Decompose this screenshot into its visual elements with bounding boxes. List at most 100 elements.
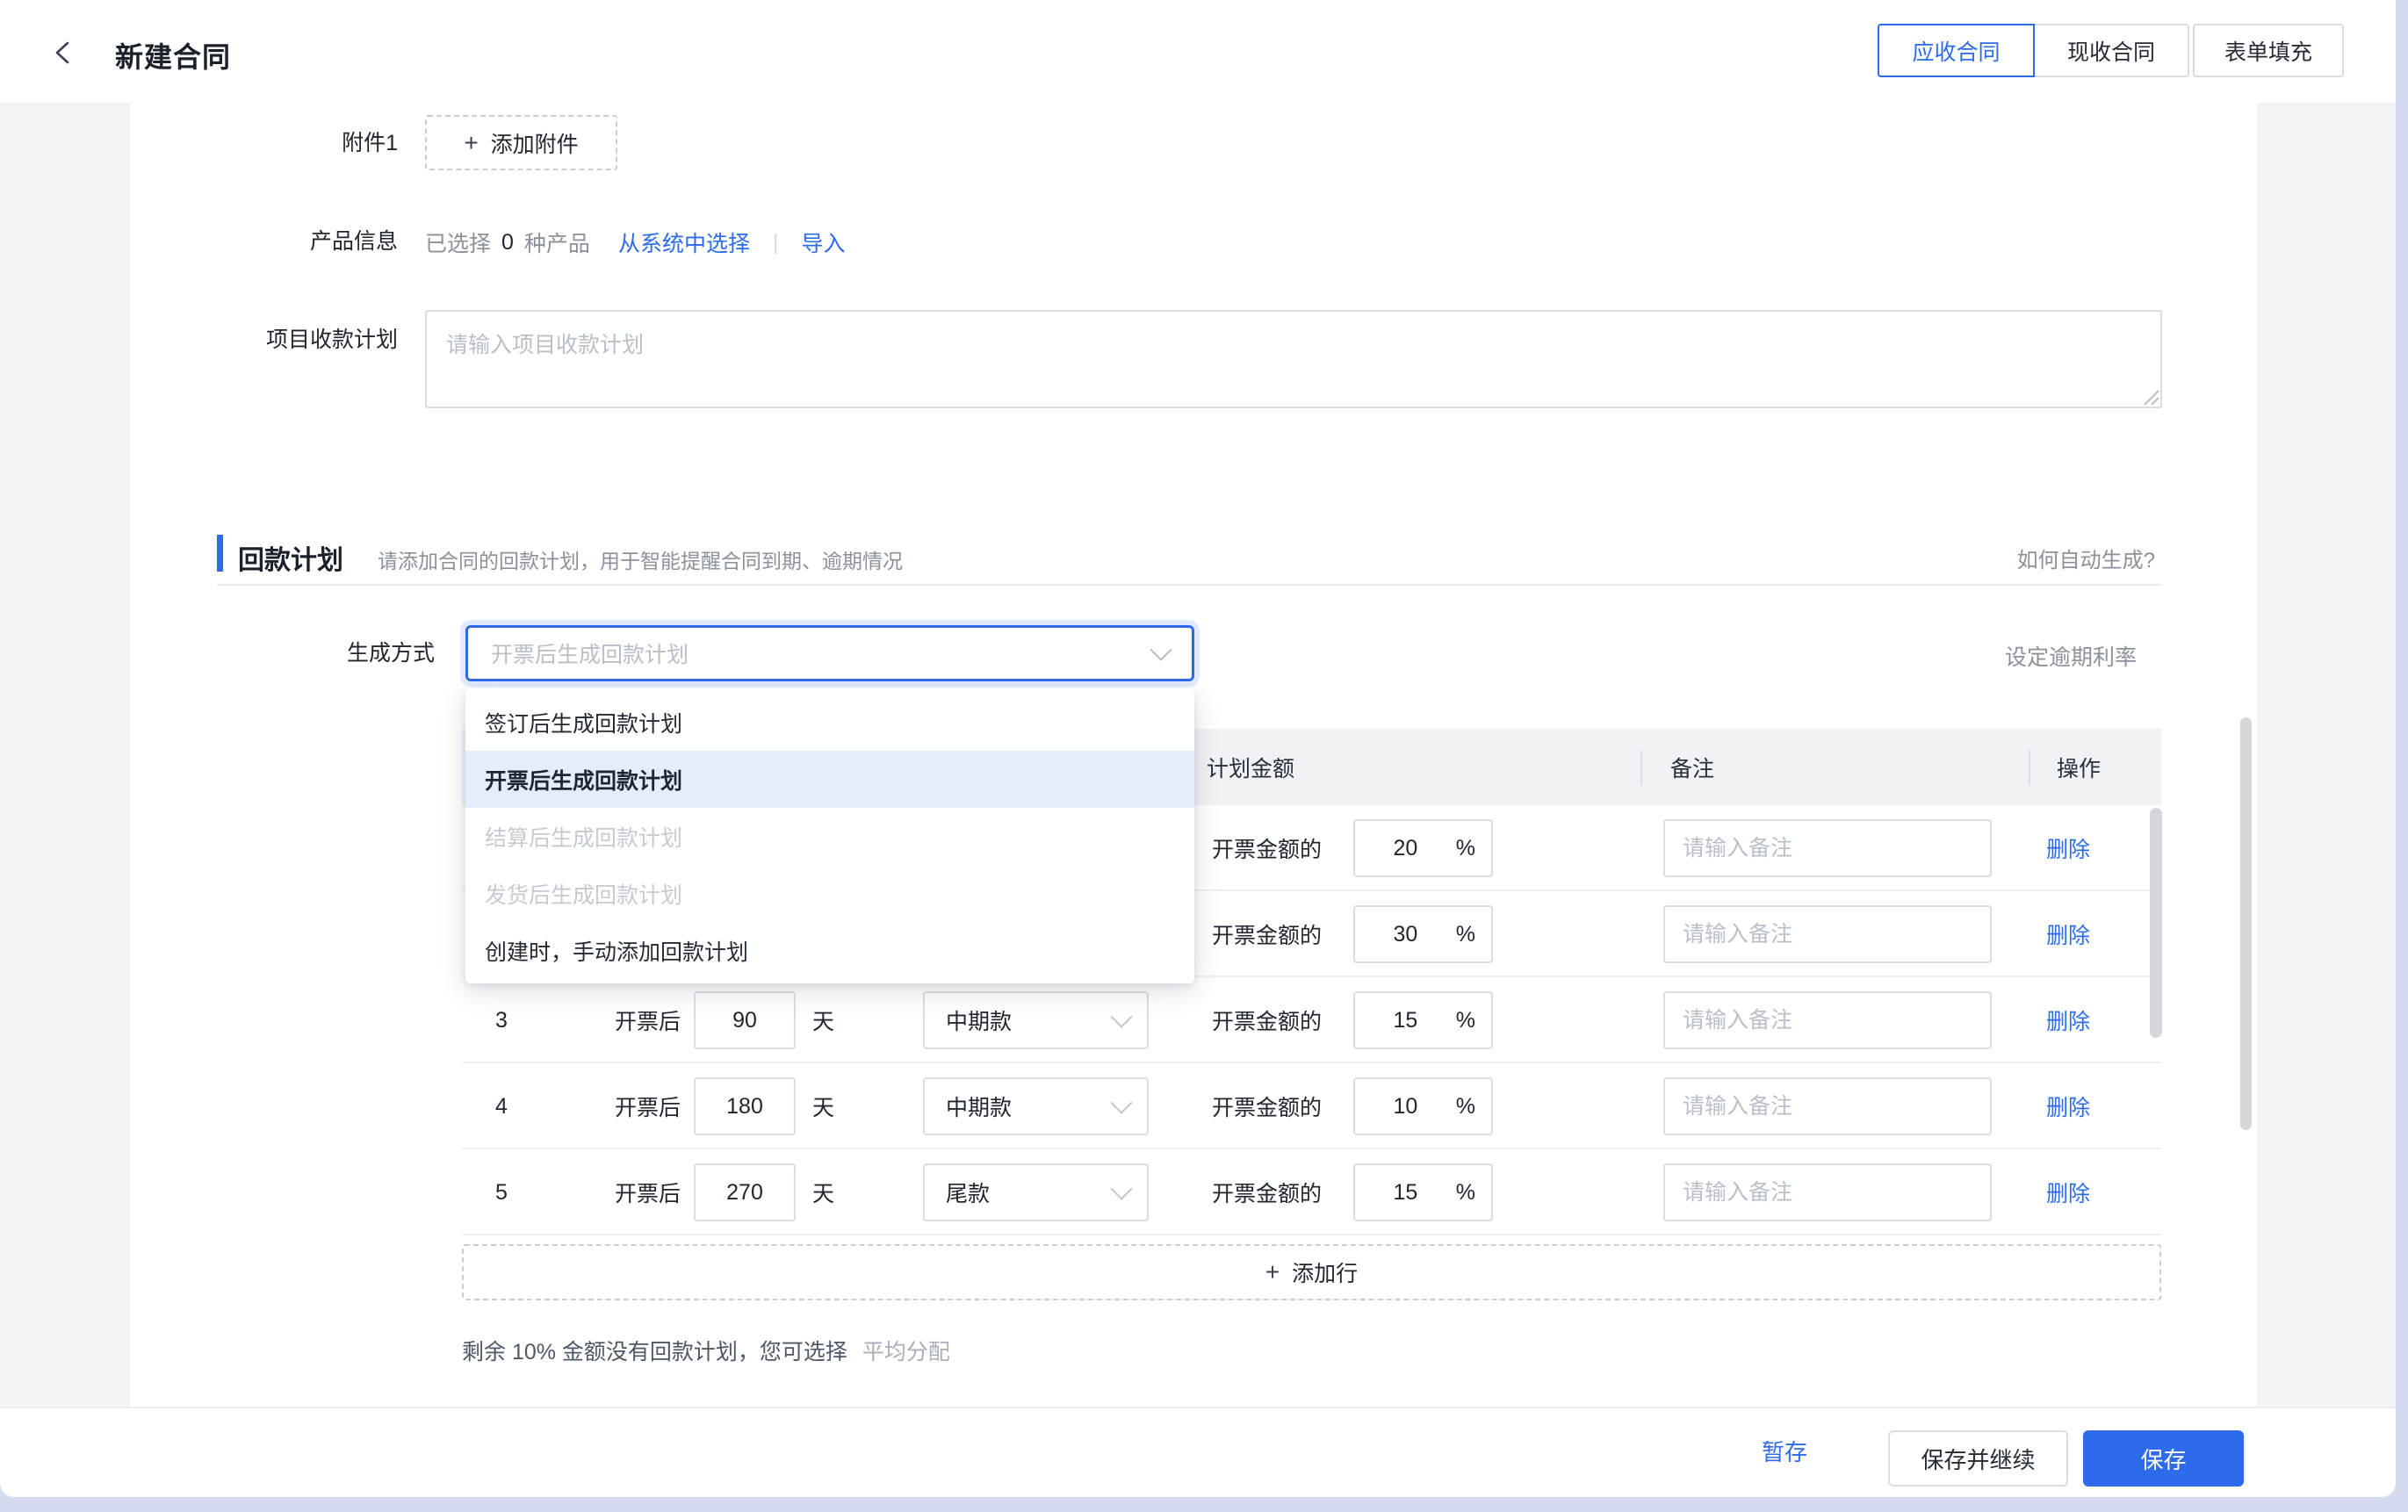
how-autogenerate-link[interactable]: 如何自动生成? (2017, 543, 2155, 573)
delete-row-link[interactable]: 删除 (2046, 1063, 2090, 1149)
payment-type-select[interactable]: 中期款 (923, 991, 1149, 1049)
plus-icon: + (464, 129, 478, 157)
chevron-down-icon (1110, 1005, 1132, 1027)
chevron-down-icon (1110, 1091, 1132, 1113)
percent-input-box: % (1353, 1163, 1493, 1221)
col-header-action: 操作 (2057, 729, 2101, 805)
days-input[interactable] (696, 1079, 794, 1134)
column-separator (1640, 750, 1642, 785)
remaining-hint: 剩余 10% 金额没有回款计划，您可选择 平均分配 (462, 1335, 950, 1366)
attachment-label: 附件1 (134, 131, 398, 155)
remark-input-box (1663, 819, 1992, 877)
day-unit-label: 天 (812, 1149, 834, 1235)
after-invoice-label: 开票后 (615, 1063, 681, 1149)
row-index: 3 (479, 977, 523, 1063)
delete-row-link[interactable]: 删除 (2046, 1149, 2090, 1235)
after-invoice-label: 开票后 (615, 977, 681, 1063)
percent-input-box: % (1353, 819, 1493, 877)
payment-type-value: 尾款 (946, 1177, 1114, 1208)
remark-input[interactable] (1665, 1079, 2025, 1134)
percent-input-box: % (1353, 991, 1493, 1049)
remark-input[interactable] (1665, 1165, 2025, 1220)
selected-prefix: 已选择 (425, 227, 491, 258)
section-title: 回款计划 (238, 538, 343, 577)
payment-type-select[interactable]: 中期款 (923, 1077, 1149, 1135)
percent-sign: % (1456, 1180, 1491, 1206)
col-header-amount: 计划金额 (1207, 729, 1294, 805)
remark-input[interactable] (1665, 993, 2025, 1048)
link-divider: | (773, 230, 779, 256)
table-row-5: 5开票后天尾款开票金额的%删除 (462, 1149, 2161, 1235)
payment-type-select[interactable]: 尾款 (923, 1163, 1149, 1221)
footer-bar: 暂存 保存并继续 保存 (0, 1407, 2396, 1497)
payment-type-value: 中期款 (946, 1091, 1114, 1122)
selected-count: 0 (501, 230, 514, 256)
gen-method-select[interactable]: 开票后生成回款计划 (465, 625, 1194, 681)
tab-receivable-contract[interactable]: 应收合同 (1878, 24, 2035, 77)
dropdown-option-4: 发货后生成回款计划 (465, 865, 1194, 922)
days-input-box (694, 1163, 796, 1221)
tab-form-fill[interactable]: 表单填充 (2193, 24, 2344, 77)
percent-input-box: % (1353, 905, 1493, 963)
col-header-remark: 备注 (1670, 729, 1714, 805)
save-button[interactable]: 保存 (2083, 1430, 2244, 1487)
day-unit-label: 天 (812, 977, 834, 1063)
section-divider (217, 584, 2161, 586)
import-link[interactable]: 导入 (801, 227, 845, 258)
days-input[interactable] (696, 993, 794, 1048)
dropdown-option-2[interactable]: 开票后生成回款计划 (465, 751, 1194, 808)
remark-input-box (1663, 905, 1992, 963)
day-unit-label: 天 (812, 1063, 834, 1149)
tab-cash-contract[interactable]: 现收合同 (2033, 24, 2189, 77)
select-from-system-link[interactable]: 从系统中选择 (618, 227, 750, 258)
days-input-box (694, 1077, 796, 1135)
gen-method-label: 生成方式 (171, 641, 435, 666)
delete-row-link[interactable]: 删除 (2046, 805, 2090, 891)
percent-input[interactable] (1355, 1079, 1456, 1134)
page-scrollbar-thumb[interactable] (2240, 717, 2252, 1130)
average-distribute-link[interactable]: 平均分配 (862, 1340, 950, 1364)
row-index: 5 (479, 1149, 523, 1235)
percent-sign: % (1456, 1008, 1491, 1033)
plus-icon: + (1265, 1258, 1280, 1286)
temp-save-link[interactable]: 暂存 (1762, 1435, 1807, 1467)
remark-input[interactable] (1665, 821, 2025, 875)
amount-prefix-label: 开票金额的 (1212, 977, 1322, 1063)
save-and-continue-button[interactable]: 保存并继续 (1888, 1430, 2068, 1487)
percent-sign: % (1456, 836, 1491, 861)
percent-input-box: % (1353, 1077, 1493, 1135)
table-scrollbar-thumb[interactable] (2150, 808, 2162, 1038)
add-attachment-label: 添加附件 (491, 127, 579, 159)
delete-row-link[interactable]: 删除 (2046, 891, 2090, 977)
back-arrow-icon[interactable] (50, 39, 78, 67)
dropdown-option-5[interactable]: 创建时，手动添加回款计划 (465, 922, 1194, 979)
gen-method-value: 开票后生成回款计划 (491, 637, 1153, 669)
percent-input[interactable] (1355, 993, 1456, 1048)
section-accent-bar (217, 535, 223, 572)
chevron-down-icon (1110, 1177, 1132, 1199)
percent-input[interactable] (1355, 907, 1456, 961)
delete-row-link[interactable]: 删除 (2046, 977, 2090, 1063)
row-index: 4 (479, 1063, 523, 1149)
section-description: 请添加合同的回款计划，用于智能提醒合同到期、逾期情况 (378, 544, 903, 574)
percent-input[interactable] (1355, 1165, 1456, 1220)
amount-prefix-label: 开票金额的 (1212, 891, 1322, 977)
project-plan-textarea[interactable] (425, 310, 2162, 408)
payment-type-value: 中期款 (946, 1004, 1114, 1036)
add-attachment-button[interactable]: + 添加附件 (425, 115, 617, 170)
days-input[interactable] (696, 1165, 794, 1220)
product-info-label: 产品信息 (134, 229, 398, 254)
page-title: 新建合同 (115, 35, 231, 76)
percent-input[interactable] (1355, 821, 1456, 875)
add-row-button[interactable]: + 添加行 (462, 1244, 2161, 1300)
set-overdue-rate-link[interactable]: 设定逾期利率 (2005, 640, 2137, 672)
amount-prefix-label: 开票金额的 (1212, 1063, 1322, 1149)
dropdown-option-1[interactable]: 签订后生成回款计划 (465, 694, 1194, 751)
column-separator (2029, 750, 2030, 785)
amount-prefix-label: 开票金额的 (1212, 805, 1322, 891)
percent-sign: % (1456, 1094, 1491, 1120)
remark-input[interactable] (1665, 907, 2025, 961)
table-row-4: 4 开票后 天 中期款 开票金额的% 删除 (462, 1063, 2161, 1149)
chevron-down-icon (1150, 638, 1172, 660)
remark-input-box (1663, 1077, 1992, 1135)
